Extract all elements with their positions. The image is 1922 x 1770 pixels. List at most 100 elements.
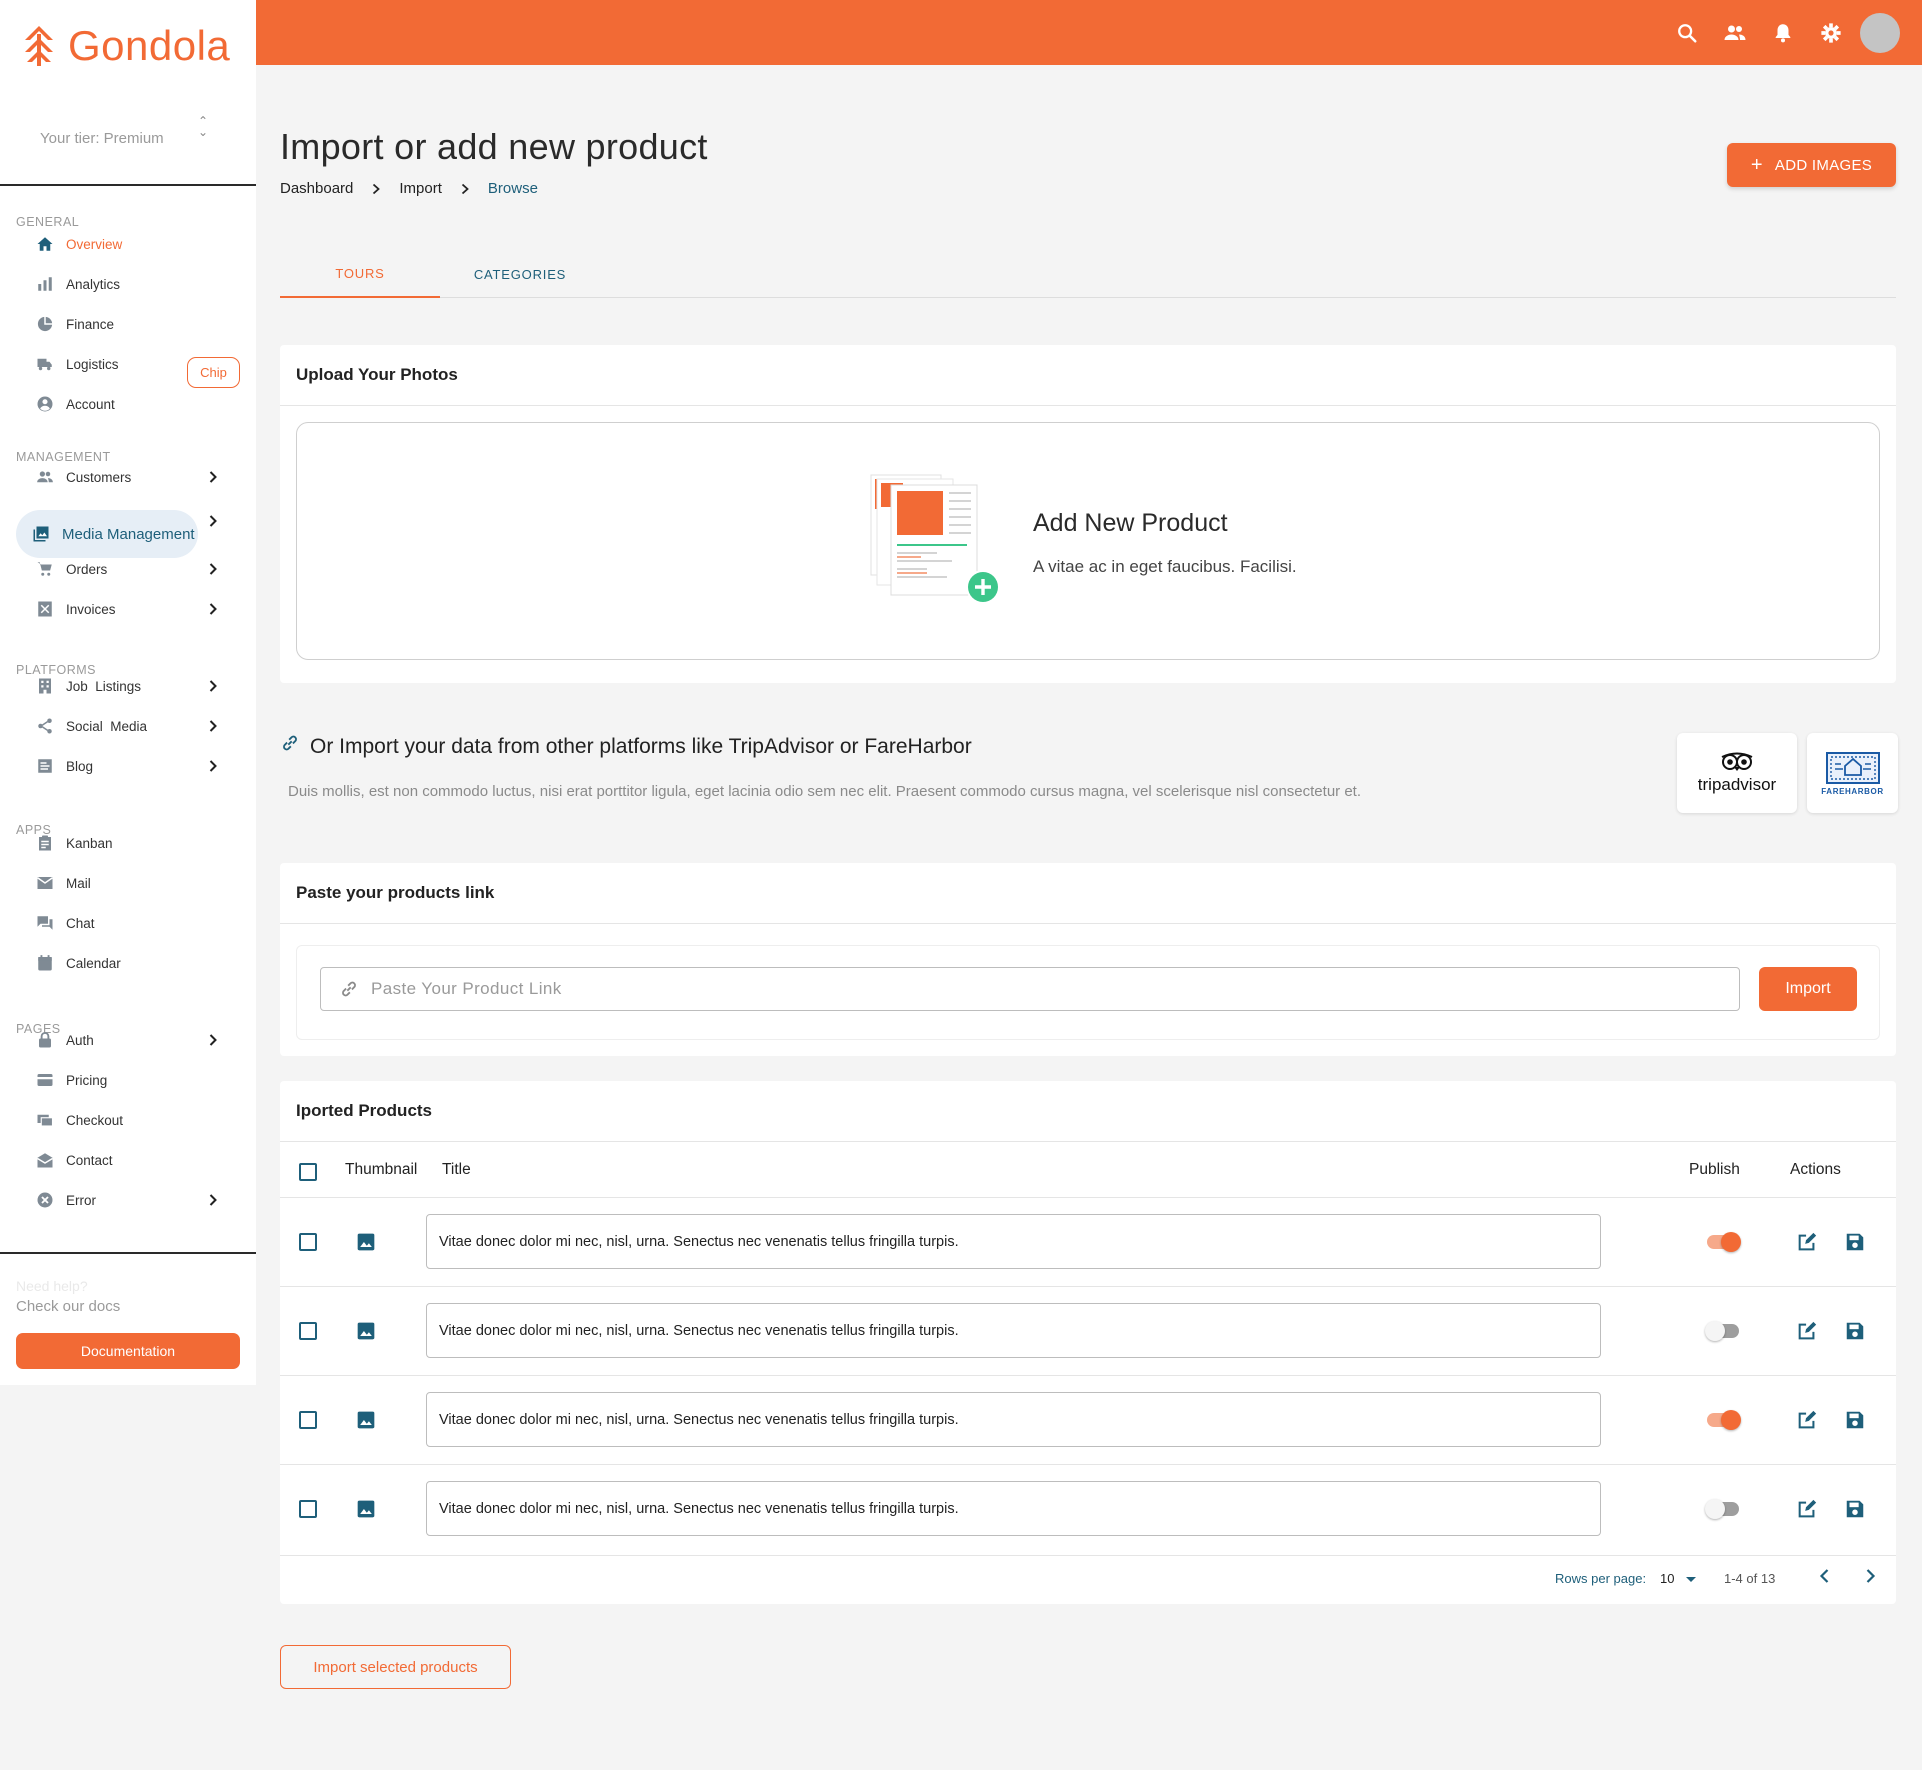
top-app-bar (256, 0, 1922, 65)
chevron-right-icon[interactable] (206, 679, 220, 693)
product-title-input[interactable]: Vitae donec dolor mi nec, nisl, urna. Se… (426, 1303, 1601, 1358)
breadcrumb-browse[interactable]: Browse (488, 180, 538, 197)
edit-icon[interactable] (1796, 1409, 1818, 1431)
edit-icon[interactable] (1796, 1231, 1818, 1253)
sidebar-item-customers[interactable]: Customers (36, 464, 131, 490)
sidebar-item-analytics[interactable]: Analytics (36, 271, 120, 297)
card-title: Paste your products link (296, 883, 495, 902)
card-title: Iported Products (296, 1101, 433, 1120)
sidebar-item-chat[interactable]: Chat (36, 910, 95, 936)
save-icon[interactable] (1844, 1498, 1866, 1520)
chevron-right-icon[interactable] (206, 602, 220, 616)
edit-icon[interactable] (1796, 1498, 1818, 1520)
chevron-right-icon[interactable] (206, 1193, 220, 1207)
page-title: Import or add new product (280, 126, 708, 167)
help-title: Need help? (16, 1278, 88, 1294)
gear-icon[interactable] (1818, 20, 1844, 46)
save-icon[interactable] (1844, 1320, 1866, 1342)
select-all-checkbox[interactable] (299, 1163, 317, 1181)
sidebar-item-error[interactable]: Error (36, 1187, 96, 1213)
people-icon[interactable] (1722, 20, 1748, 46)
chevron-right-icon[interactable] (206, 514, 220, 528)
product-title-input[interactable]: Vitae donec dolor mi nec, nisl, urna. Se… (426, 1481, 1601, 1536)
sidebar-item-label: Account (66, 396, 115, 412)
image-thumbnail-icon[interactable] (356, 1232, 376, 1252)
tab-tours[interactable]: TOURS (280, 250, 440, 298)
product-title-text: Vitae donec dolor mi nec, nisl, urna. Se… (439, 1411, 959, 1428)
chevron-right-icon[interactable] (206, 719, 220, 733)
row-checkbox[interactable] (299, 1500, 317, 1518)
tripadvisor-logo[interactable]: tripadvisor (1677, 733, 1797, 813)
checkout-icon (36, 1111, 54, 1129)
app-logo[interactable]: Gondola (22, 22, 230, 70)
publish-toggle[interactable] (1705, 1321, 1741, 1341)
gondola-logo-icon (25, 26, 53, 66)
save-icon[interactable] (1844, 1231, 1866, 1253)
import-button[interactable]: Import (1759, 967, 1857, 1011)
sidebar-item-logistics[interactable]: Logistics (36, 351, 119, 377)
image-thumbnail-icon[interactable] (356, 1410, 376, 1430)
sidebar-item-job-listings[interactable]: Job Listings (36, 673, 141, 699)
sidebar-item-label: Analytics (66, 276, 121, 292)
sidebar-item-overview[interactable]: Overview (36, 231, 122, 257)
breadcrumb-dashboard[interactable]: Dashboard (280, 180, 353, 197)
image-thumbnail-icon[interactable] (356, 1321, 376, 1341)
photo-dropzone[interactable]: Add New Product A vitae ac in eget fauci… (296, 422, 1880, 660)
row-checkbox[interactable] (299, 1411, 317, 1429)
tier-switch-icon[interactable]: ⌃ ⌄ (198, 115, 208, 138)
chevron-right-icon[interactable] (206, 562, 220, 576)
save-icon[interactable] (1844, 1409, 1866, 1431)
add-images-button[interactable]: + ADD IMAGES (1727, 143, 1896, 187)
fareharbor-logo[interactable]: FAREHARBOR (1807, 733, 1898, 813)
documentation-button[interactable]: Documentation (16, 1333, 240, 1369)
row-checkbox[interactable] (299, 1322, 317, 1340)
breadcrumb-import[interactable]: Import (399, 180, 442, 197)
avatar[interactable] (1860, 13, 1900, 53)
nav-section-label: MANAGEMENT (16, 450, 111, 464)
chevron-right-icon[interactable] (206, 759, 220, 773)
sidebar-item-blog[interactable]: Blog (36, 753, 93, 779)
sidebar-item-invoices[interactable]: Invoices (36, 596, 116, 622)
image-thumbnail-icon[interactable] (356, 1499, 376, 1519)
sidebar-item-checkout[interactable]: Checkout (36, 1107, 123, 1133)
logistics-chip[interactable]: Chip (187, 357, 240, 388)
dropzone-subtitle: A vitae ac in eget faucibus. Facilisi. (1033, 557, 1297, 576)
sidebar-item-label: Auth (66, 1032, 94, 1048)
import-selected-products-button[interactable]: Import selected products (280, 1645, 511, 1689)
product-link-input[interactable]: Paste Your Product Link (320, 967, 1740, 1011)
photo-library-icon (32, 525, 50, 543)
search-icon[interactable] (1674, 20, 1700, 46)
help-subtitle[interactable]: Check our docs (16, 1298, 120, 1315)
publish-toggle[interactable] (1705, 1232, 1741, 1252)
column-header-publish[interactable]: Publish (1689, 1161, 1740, 1179)
sidebar-item-mail[interactable]: Mail (36, 870, 91, 896)
sidebar-item-auth[interactable]: Auth (36, 1027, 94, 1053)
bell-icon[interactable] (1770, 20, 1796, 46)
rows-per-page-select[interactable]: 10 (1660, 1571, 1697, 1586)
sidebar-item-orders[interactable]: Orders (36, 556, 107, 582)
sidebar-item-contact[interactable]: Contact (36, 1147, 113, 1173)
tab-categories[interactable]: CATEGORIES (440, 250, 600, 298)
sidebar-item-kanban[interactable]: Kanban (36, 830, 113, 856)
column-header-actions: Actions (1790, 1161, 1841, 1178)
publish-toggle[interactable] (1705, 1410, 1741, 1430)
column-header-thumbnail[interactable]: Thumbnail (345, 1161, 417, 1179)
sidebar-item-account[interactable]: Account (36, 391, 115, 417)
product-title-text: Vitae donec dolor mi nec, nisl, urna. Se… (439, 1233, 959, 1250)
sidebar-item-pricing[interactable]: Pricing (36, 1067, 107, 1093)
edit-icon[interactable] (1796, 1320, 1818, 1342)
publish-toggle[interactable] (1705, 1499, 1741, 1519)
sidebar-item-finance[interactable]: Finance (36, 311, 114, 337)
row-checkbox[interactable] (299, 1233, 317, 1251)
sidebar-item-media-management[interactable]: Media Management (32, 521, 195, 547)
next-page-icon[interactable] (1863, 1568, 1877, 1587)
chevron-right-icon[interactable] (206, 470, 220, 484)
column-header-title[interactable]: Title (442, 1161, 471, 1179)
sidebar-item-calendar[interactable]: Calendar (36, 950, 121, 976)
chevron-right-icon[interactable] (206, 1033, 220, 1047)
product-title-input[interactable]: Vitae donec dolor mi nec, nisl, urna. Se… (426, 1214, 1601, 1269)
sidebar-item-social-media[interactable]: Social Media (36, 713, 147, 739)
product-title-input[interactable]: Vitae donec dolor mi nec, nisl, urna. Se… (426, 1392, 1601, 1447)
previous-page-icon[interactable] (1818, 1568, 1832, 1587)
cart-icon (36, 560, 54, 578)
